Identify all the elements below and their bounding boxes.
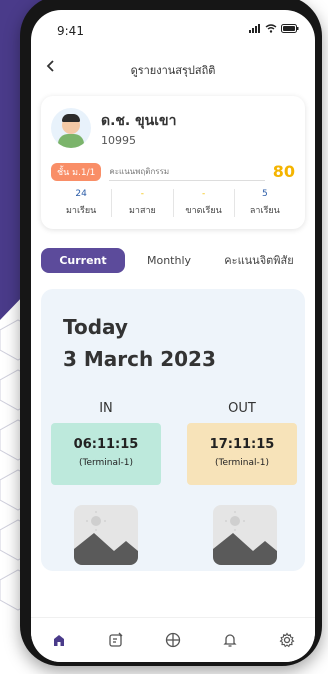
nav-home[interactable]: [45, 626, 73, 654]
wifi-icon: [265, 24, 277, 33]
tab-current[interactable]: Current: [41, 247, 125, 273]
home-icon: [54, 635, 65, 646]
edit-note-icon: [109, 632, 123, 647]
bell-icon: [223, 634, 237, 647]
view-tabs: Current Monthly คะแนนจิตพิสัย: [41, 245, 305, 275]
signal-icon: [249, 24, 260, 33]
class-badge: ชั้น ม.1/1: [51, 162, 102, 181]
stat-label: มาเรียน: [65, 206, 97, 216]
stat-label: ขาดเรียน: [185, 206, 222, 216]
score-label: คะแนนพฤติกรรม: [109, 163, 265, 181]
image-placeholder-icon: [213, 511, 277, 565]
main-content: ด.ช. ขุนเขา 10995 ชั้น ม.1/1 คะแนนพฤติกร…: [41, 96, 305, 571]
check-out-box: 17:11:15 (Terminal-1): [187, 423, 297, 485]
stat-value: -: [202, 189, 206, 199]
stat-late: - มาสาย: [112, 189, 174, 217]
grid-circle-icon: [165, 632, 181, 648]
student-header: ด.ช. ขุนเขา 10995: [51, 108, 295, 148]
behavior-score-row: ชั้น ม.1/1 คะแนนพฤติกรรม 80: [51, 162, 295, 181]
out-title: OUT: [228, 401, 256, 416]
status-icons: [249, 24, 299, 33]
avatar: [51, 108, 91, 148]
student-id: 10995: [101, 133, 136, 147]
stat-label: มาสาย: [128, 206, 156, 216]
nav-menu[interactable]: [159, 626, 187, 654]
stat-value: 24: [75, 189, 87, 199]
check-in-box: 06:11:15 (Terminal-1): [51, 423, 161, 485]
attendance-stats: 24 มาเรียน - มาสาย - ขาดเรียน 5 ลาเรียน: [51, 189, 295, 217]
stat-absent: - ขาดเรียน: [174, 189, 235, 217]
status-bar: 9:41: [31, 10, 315, 46]
check-out-photo[interactable]: [213, 505, 277, 565]
nav-settings[interactable]: [273, 626, 301, 654]
stat-present: 24 มาเรียน: [51, 189, 113, 217]
bottom-nav: [31, 617, 315, 662]
today-heading: Today: [63, 315, 128, 339]
nav-notifications[interactable]: [216, 626, 244, 654]
status-time: 9:41: [57, 24, 84, 38]
student-card: ด.ช. ขุนเขา 10995 ชั้น ม.1/1 คะแนนพฤติกร…: [41, 96, 305, 229]
check-in-time: 06:11:15: [73, 437, 139, 452]
in-title: IN: [99, 401, 113, 416]
stat-value: -: [140, 189, 144, 199]
check-in-photo[interactable]: [74, 505, 138, 565]
top-nav: ดูรายงานสรุปสถิติ: [31, 58, 315, 82]
check-out-terminal: (Terminal-1): [214, 458, 270, 468]
today-attendance-panel: Today 3 March 2023 IN OUT 06:11:15 (Term…: [41, 289, 305, 571]
page-title: ดูรายงานสรุปสถิติ: [130, 64, 216, 77]
stat-leave: 5 ลาเรียน: [235, 189, 295, 217]
tab-monthly[interactable]: Monthly: [129, 248, 209, 273]
battery-icon: [281, 24, 299, 33]
student-name: ด.ช. ขุนเขา: [101, 112, 177, 129]
stat-label: ลาเรียน: [249, 206, 280, 216]
check-out-time: 17:11:15: [209, 437, 275, 452]
stat-value: 5: [262, 189, 268, 199]
nav-report[interactable]: [102, 626, 130, 654]
tab-conduct-score[interactable]: คะแนนจิตพิสัย: [213, 245, 305, 275]
settings-icon: [279, 632, 294, 648]
check-in-terminal: (Terminal-1): [78, 458, 134, 468]
image-placeholder-icon: [74, 511, 138, 565]
app-screen: 9:41 ดูรายงานสรุปสถิติ ด.ช. ขุนเขา 10995: [31, 10, 315, 662]
score-value: 80: [272, 162, 295, 181]
today-date: 3 March 2023: [63, 347, 216, 371]
